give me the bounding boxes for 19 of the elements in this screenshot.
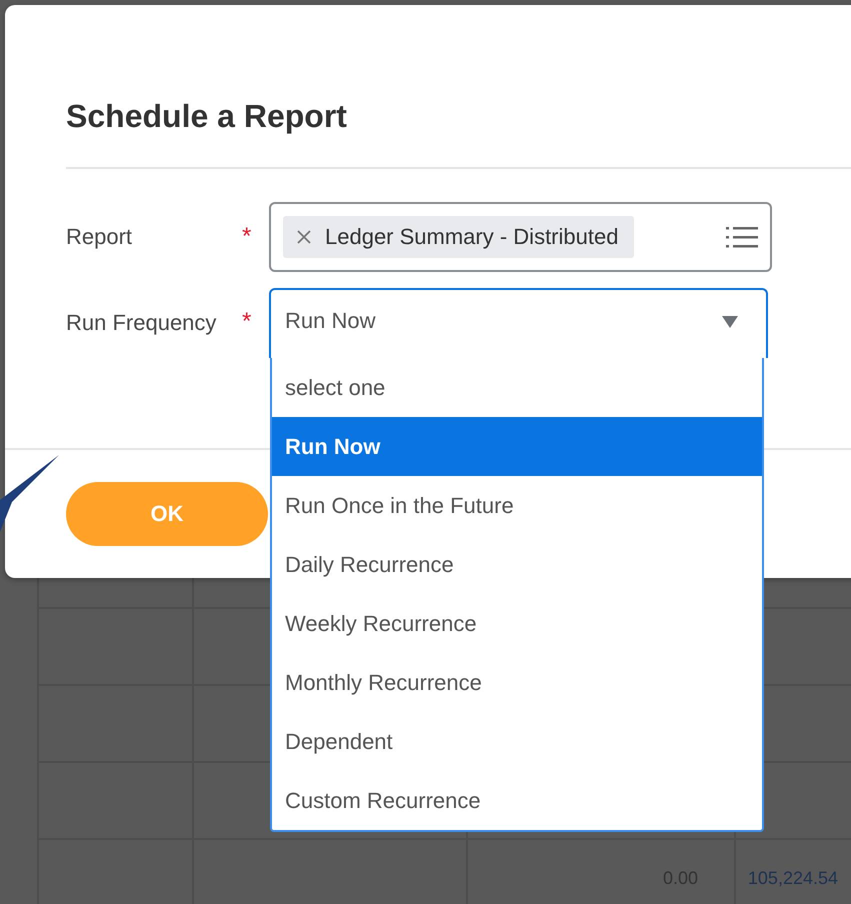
option-item[interactable]: Run Once in the Future <box>272 476 762 535</box>
field-label: Run Frequency <box>66 309 218 336</box>
dropdown-arrow-icon[interactable] <box>722 316 738 328</box>
option-item[interactable]: Weekly Recurrence <box>272 594 762 653</box>
option-item[interactable]: Custom Recurrence <box>272 771 762 830</box>
field-label: Report <box>66 224 134 250</box>
required-mark: * <box>242 223 252 251</box>
selected-chip[interactable]: Ledger Summary - Distributed <box>283 216 634 258</box>
option-item[interactable]: Run Now <box>272 417 762 476</box>
dialog-title: Schedule a Report <box>66 97 348 135</box>
required-mark: * <box>242 307 252 336</box>
close-icon[interactable] <box>297 230 311 244</box>
report-field[interactable]: Ledger Summary - Distributed <box>269 202 772 272</box>
option-item[interactable]: select one <box>272 358 762 417</box>
option-item[interactable]: Dependent <box>272 712 762 771</box>
option-item[interactable]: Monthly Recurrence <box>272 653 762 712</box>
list-icon[interactable] <box>726 225 758 249</box>
option-item[interactable]: Daily Recurrence <box>272 535 762 594</box>
table-cell: 105,224.54 <box>748 868 838 888</box>
